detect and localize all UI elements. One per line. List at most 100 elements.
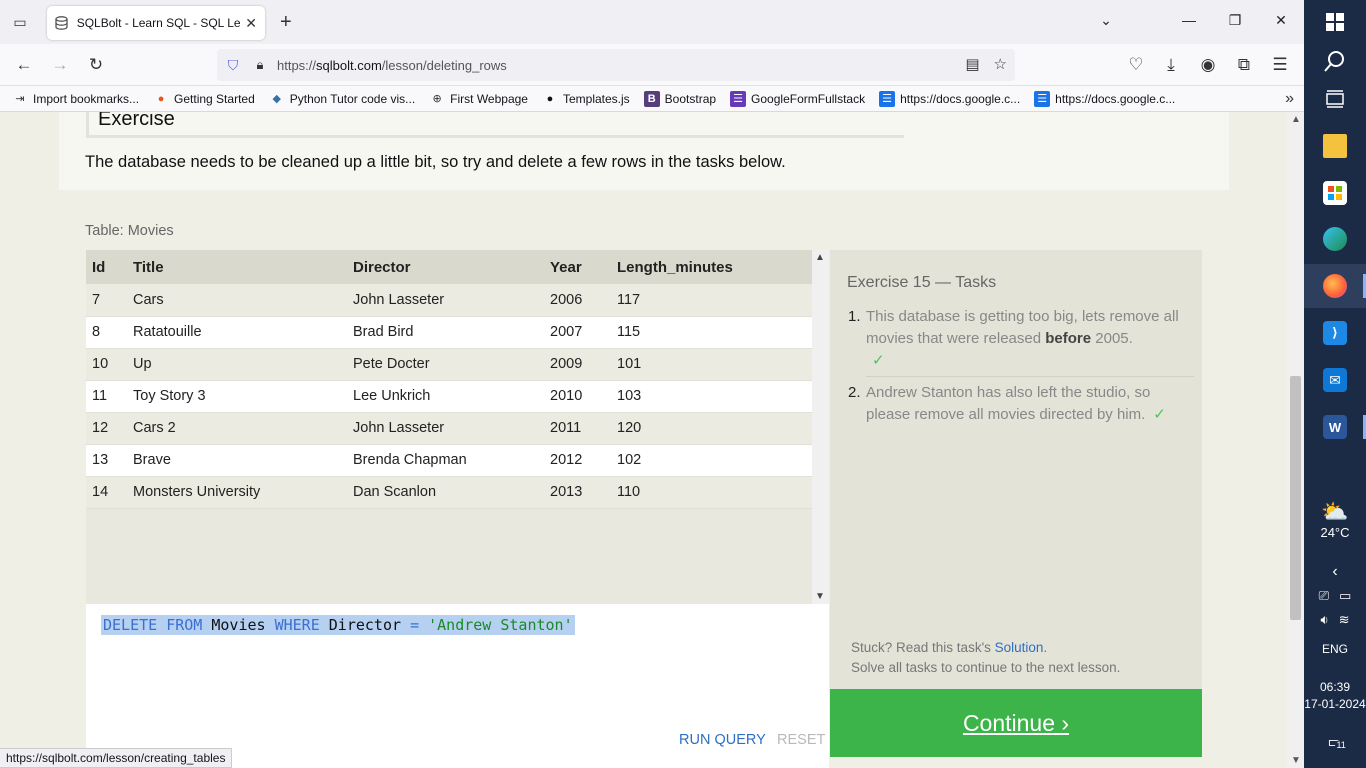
bookmark-item[interactable]: ☰ https://docs.google.c... xyxy=(1034,90,1175,107)
bookmark-item[interactable]: B Bootstrap xyxy=(643,90,716,107)
edge-icon[interactable] xyxy=(1304,217,1366,261)
clock-time[interactable]: 06:39 xyxy=(1304,680,1366,694)
firefox-icon[interactable] xyxy=(1304,264,1366,308)
file-explorer-icon[interactable] xyxy=(1304,124,1366,168)
table-cell: Monsters University xyxy=(127,476,347,509)
task-divider xyxy=(866,376,1194,377)
table-cell: Dan Scanlon xyxy=(347,476,544,509)
mail-icon[interactable]: ✉ xyxy=(1304,358,1366,402)
table-cell: 103 xyxy=(611,380,812,413)
table-scrollbar[interactable]: ▲ ▼ xyxy=(812,250,829,604)
more-bookmarks-icon[interactable]: » xyxy=(1285,90,1294,108)
account-icon[interactable]: ◉ xyxy=(1197,55,1219,75)
list-all-tabs-icon[interactable]: ⌄ xyxy=(1096,12,1116,29)
restore-icon[interactable]: ❐ xyxy=(1225,12,1245,29)
python-icon: ◆ xyxy=(272,93,281,105)
database-icon xyxy=(55,16,69,30)
downloads-icon[interactable]: ⤓ xyxy=(1160,55,1182,75)
docs-icon: ☰ xyxy=(1034,90,1051,107)
clock-date[interactable]: 17-01-2024 xyxy=(1304,697,1366,711)
sql-editor[interactable]: DELETE FROM Movies WHERE Director = 'And… xyxy=(86,604,829,768)
bookmark-item[interactable]: ⊕ First Webpage xyxy=(429,91,528,107)
checkmark-icon: ✓ xyxy=(1153,406,1166,423)
meet-icon[interactable]: ⎚ xyxy=(1319,588,1329,604)
table-cell: 2010 xyxy=(544,380,611,413)
bookmarks-bar: ⇥ Import bookmarks... ● Getting Started ◆ Pyt… xyxy=(0,86,1304,112)
page-scrollbar[interactable]: ▲ ▼ xyxy=(1287,112,1304,768)
reload-icon[interactable]: ↻ xyxy=(85,55,107,75)
language-indicator[interactable]: ENG xyxy=(1304,642,1366,656)
scroll-up-icon[interactable]: ▲ xyxy=(815,252,825,263)
table-cell: 102 xyxy=(611,444,812,477)
bookmark-item[interactable]: ☰ GoogleFormFullstack xyxy=(730,90,865,107)
table-row: 10 Up Pete Docter 2009 101 xyxy=(86,348,812,381)
show-hidden-icons-icon[interactable]: ‹ xyxy=(1304,563,1366,581)
reader-view-icon[interactable]: ▤ xyxy=(965,55,979,73)
wifi-icon[interactable]: ≋ xyxy=(1339,612,1350,628)
table-caption: Table: Movies xyxy=(85,223,174,239)
windows-taskbar: ⟩ ✉ W ⛅ 24°C ‹ ⎚ ▭ 🔉︎ ≋ ENG 06:39 17-01-… xyxy=(1304,0,1366,768)
table-row: 8 Ratatouille Brad Bird 2007 115 xyxy=(86,316,812,349)
forward-icon[interactable]: → xyxy=(49,55,71,75)
table-cell: 117 xyxy=(611,284,812,317)
word-icon[interactable]: W xyxy=(1304,405,1366,449)
microsoft-store-icon[interactable] xyxy=(1304,171,1366,215)
close-window-icon[interactable]: ✕ xyxy=(1271,12,1291,29)
stuck-hint: Stuck? Read this task's Solution. Solve … xyxy=(851,640,1121,675)
bookmark-item[interactable]: ⇥ Import bookmarks... xyxy=(12,91,139,107)
lock-icon[interactable]: 🔒︎ xyxy=(253,57,267,73)
results-table-container[interactable]: Id Title Director Year Length_minutes 7 Cars J… xyxy=(86,250,829,604)
column-header: Year xyxy=(544,250,611,284)
bookmark-item[interactable]: ● Getting Started xyxy=(153,91,255,107)
table-cell: Brad Bird xyxy=(347,316,544,349)
bookmark-star-icon[interactable]: ☆ xyxy=(994,55,1007,73)
weather-temp[interactable]: 24°C xyxy=(1304,525,1366,540)
notification-count: 11 xyxy=(1335,740,1347,750)
column-header: Length_minutes xyxy=(611,250,812,284)
extensions-icon[interactable]: ⧉ xyxy=(1233,55,1255,75)
url-text[interactable]: https://sqlbolt.com/lesson/deleting_rows xyxy=(277,58,507,73)
notifications-icon[interactable]: ▭11 xyxy=(1304,720,1366,764)
table-cell: 14 xyxy=(86,476,127,509)
tab-sqlbolt[interactable]: SQLBolt - Learn SQL - SQL Less ✕ xyxy=(47,6,265,40)
checkmark-icon: ✓ xyxy=(872,352,885,369)
vscode-icon[interactable]: ⟩ xyxy=(1304,311,1366,355)
pocket-icon[interactable]: ♡ xyxy=(1125,55,1147,75)
scroll-up-icon[interactable]: ▲ xyxy=(1291,114,1301,125)
shield-icon[interactable]: ⛉ xyxy=(225,57,241,74)
scroll-down-icon[interactable]: ▼ xyxy=(1291,755,1301,766)
table-cell: John Lasseter xyxy=(347,284,544,317)
tab-bar: ▭ SQLBolt - Learn SQL - SQL Less ✕ + ⌄ —… xyxy=(0,0,1304,44)
exercise-heading: Exercise xyxy=(86,112,904,138)
reset-button[interactable]: RESET xyxy=(777,732,825,748)
bookmark-item[interactable]: ☰ https://docs.google.c... xyxy=(879,90,1020,107)
table-row: 11 Toy Story 3 Lee Unkrich 2010 103 xyxy=(86,380,812,413)
table-cell: Cars 2 xyxy=(127,412,347,445)
volume-icon[interactable]: 🔉︎ xyxy=(1320,612,1328,628)
bookmark-item[interactable]: ● Templates.js xyxy=(542,91,630,107)
table-row: 14 Monsters University Dan Scanlon 2013 110 xyxy=(86,476,812,509)
windows-start-icon[interactable] xyxy=(1304,0,1366,44)
run-query-button[interactable]: RUN QUERY xyxy=(679,732,766,748)
column-header: Director xyxy=(347,250,544,284)
url-bar[interactable]: ⛉ 🔒︎ https://sqlbolt.com/lesson/deleting… xyxy=(217,49,1015,81)
table-cell: 115 xyxy=(611,316,812,349)
scroll-down-icon[interactable]: ▼ xyxy=(815,591,825,602)
bookmark-item[interactable]: ◆ Python Tutor code vis... xyxy=(269,91,416,107)
sql-query[interactable]: DELETE FROM Movies WHERE Director = 'And… xyxy=(101,615,575,635)
battery-icon[interactable]: ▭ xyxy=(1339,588,1351,604)
minimize-icon[interactable]: — xyxy=(1179,12,1199,28)
close-tab-icon[interactable]: ✕ xyxy=(245,15,257,32)
solution-link[interactable]: Solution xyxy=(995,640,1044,655)
firefox-icon: ● xyxy=(157,92,165,105)
tab-list-icon[interactable]: ▭ xyxy=(10,12,30,32)
back-icon[interactable]: ← xyxy=(13,55,35,75)
menu-icon[interactable]: ☰ xyxy=(1269,55,1291,75)
table-cell: 2009 xyxy=(544,348,611,381)
continue-button[interactable]: Continue › xyxy=(830,689,1202,757)
task-view-icon[interactable] xyxy=(1304,77,1366,121)
table-cell: Lee Unkrich xyxy=(347,380,544,413)
docs-icon: ☰ xyxy=(879,90,896,107)
scrollbar-thumb[interactable] xyxy=(1290,376,1301,620)
new-tab-icon[interactable]: + xyxy=(280,12,292,32)
